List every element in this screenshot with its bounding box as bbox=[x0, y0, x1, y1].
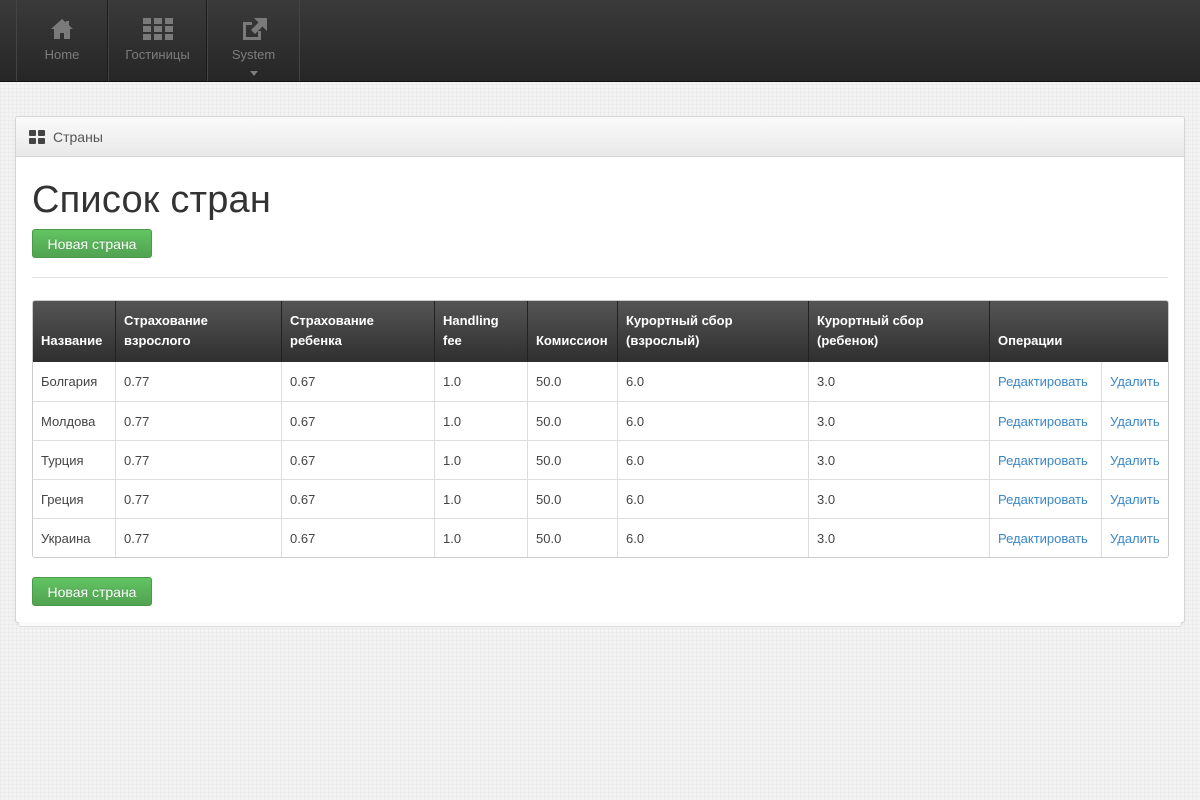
cell-handling-fee: 1.0 bbox=[434, 401, 527, 440]
cell-commission: 50.0 bbox=[527, 518, 617, 557]
edit-link[interactable]: Редактировать bbox=[998, 492, 1088, 507]
cell-name: Греция bbox=[33, 479, 115, 518]
col-header-resort-fee-adult: Курортный сбор (взрослый) bbox=[617, 301, 808, 362]
cell-resort-fee-adult: 6.0 bbox=[617, 362, 808, 401]
table-header-row: Название Страхование взрослого Страхован… bbox=[33, 301, 1168, 362]
delete-link[interactable]: Удалить bbox=[1110, 414, 1160, 429]
grid-icon bbox=[142, 16, 173, 42]
new-country-button[interactable]: Новая страна bbox=[32, 229, 152, 258]
nav-label-hotels: Гостиницы bbox=[125, 47, 190, 62]
cell-commission: 50.0 bbox=[527, 479, 617, 518]
col-header-adult-insurance: Страхование взрослого bbox=[115, 301, 281, 362]
cell-resort-fee-adult: 6.0 bbox=[617, 518, 808, 557]
cell-handling-fee: 1.0 bbox=[434, 362, 527, 401]
nav-item-hotels[interactable]: Гостиницы bbox=[108, 0, 207, 81]
cell-adult-insurance: 0.77 bbox=[115, 518, 281, 557]
cell-child-insurance: 0.67 bbox=[281, 518, 434, 557]
cell-name: Украина bbox=[33, 518, 115, 557]
cell-edit: Редактировать bbox=[989, 362, 1101, 401]
cell-adult-insurance: 0.77 bbox=[115, 440, 281, 479]
edit-link[interactable]: Редактировать bbox=[998, 414, 1088, 429]
delete-link[interactable]: Удалить bbox=[1110, 453, 1160, 468]
cell-name: Болгария bbox=[41, 374, 98, 389]
cell-commission: 50.0 bbox=[527, 440, 617, 479]
page-title: Список стран bbox=[32, 179, 272, 221]
cell-adult-insurance: 0.77 bbox=[115, 401, 281, 440]
table-row: Украина 0.77 0.67 1.0 50.0 6.0 3.0 Редак… bbox=[33, 518, 1168, 557]
edit-link[interactable]: Редактировать bbox=[998, 374, 1088, 389]
main-nav: Home Гостиницы System bbox=[16, 0, 300, 81]
cell-child-insurance: 0.67 bbox=[281, 440, 434, 479]
caret-down-icon bbox=[249, 71, 258, 76]
col-header-handling-fee: Handling fee bbox=[434, 301, 527, 362]
cell-name: Турция bbox=[33, 440, 115, 479]
col-header-operations: Операции bbox=[989, 301, 1168, 362]
cell-handling-fee: 1.0 bbox=[434, 518, 527, 557]
cell-child-insurance: 0.67 bbox=[281, 401, 434, 440]
top-navbar: Home Гостиницы System bbox=[0, 0, 1200, 82]
col-header-child-insurance: Страхование ребенка bbox=[281, 301, 434, 362]
countries-table: Название Страхование взрослого Страхован… bbox=[32, 300, 1169, 558]
cell-handling-fee: 1.0 bbox=[434, 440, 527, 479]
table-row: Болгария 0.77 0.67 1.0 50.0 6.0 3.0 Реда… bbox=[33, 362, 1168, 401]
external-link-icon bbox=[240, 16, 268, 42]
nav-label-system: System bbox=[231, 47, 276, 62]
cell-delete: Удалить bbox=[1101, 479, 1168, 518]
cell-resort-fee-child: 3.0 bbox=[808, 518, 989, 557]
delete-link[interactable]: Удалить bbox=[1110, 374, 1160, 389]
panel-header: Страны bbox=[16, 117, 1184, 157]
divider bbox=[32, 277, 1168, 278]
edit-link[interactable]: Редактировать bbox=[998, 453, 1088, 468]
delete-link[interactable]: Удалить bbox=[1110, 492, 1160, 507]
cell-delete: Удалить bbox=[1101, 401, 1168, 440]
table-row: Турция 0.77 0.67 1.0 50.0 6.0 3.0 Редакт… bbox=[33, 440, 1168, 479]
table-row: Греция 0.77 0.67 1.0 50.0 6.0 3.0 Редакт… bbox=[33, 479, 1168, 518]
cell-edit: Редактировать bbox=[989, 401, 1101, 440]
nav-label-home: Home bbox=[44, 47, 80, 62]
cell-delete: Удалить bbox=[1101, 362, 1168, 401]
cell-resort-fee-child: 3.0 bbox=[808, 362, 989, 401]
col-header-name: Название bbox=[33, 301, 115, 362]
cell-edit: Редактировать bbox=[989, 440, 1101, 479]
cell-edit: Редактировать bbox=[989, 479, 1101, 518]
edit-link[interactable]: Редактировать bbox=[998, 531, 1088, 546]
cell-name: Молдова bbox=[33, 401, 115, 440]
cell-resort-fee-child: 3.0 bbox=[808, 401, 989, 440]
cell-resort-fee-adult: 6.0 bbox=[617, 440, 808, 479]
home-icon bbox=[50, 16, 74, 42]
cell-adult-insurance: 0.77 bbox=[115, 362, 281, 401]
new-country-button-bottom[interactable]: Новая страна bbox=[32, 577, 152, 606]
cell-child-insurance: 0.67 bbox=[281, 362, 434, 401]
cell-handling-fee: 1.0 bbox=[434, 479, 527, 518]
nav-item-home[interactable]: Home bbox=[16, 0, 108, 81]
cell-edit: Редактировать bbox=[989, 518, 1101, 557]
delete-link[interactable]: Удалить bbox=[1110, 531, 1160, 546]
cell-resort-fee-adult: 6.0 bbox=[617, 401, 808, 440]
dashboard-icon bbox=[29, 129, 45, 144]
cell-delete: Удалить bbox=[1101, 518, 1168, 557]
cell-resort-fee-child: 3.0 bbox=[808, 440, 989, 479]
col-header-commission: Комиссион bbox=[527, 301, 617, 362]
cell-resort-fee-adult: 6.0 bbox=[617, 479, 808, 518]
panel-header-title: Страны bbox=[53, 128, 103, 145]
countries-panel: Страны Список стран Новая страна Названи… bbox=[15, 116, 1185, 627]
nav-item-system[interactable]: System bbox=[207, 0, 300, 81]
cell-resort-fee-child: 3.0 bbox=[808, 479, 989, 518]
col-header-resort-fee-child: Курортный сбор (ребенок) bbox=[808, 301, 989, 362]
cell-commission: 50.0 bbox=[527, 362, 617, 401]
cell-child-insurance: 0.67 bbox=[281, 479, 434, 518]
cell-commission: 50.0 bbox=[527, 401, 617, 440]
table-row: Молдова 0.77 0.67 1.0 50.0 6.0 3.0 Редак… bbox=[33, 401, 1168, 440]
cell-adult-insurance: 0.77 bbox=[115, 479, 281, 518]
cell-delete: Удалить bbox=[1101, 440, 1168, 479]
